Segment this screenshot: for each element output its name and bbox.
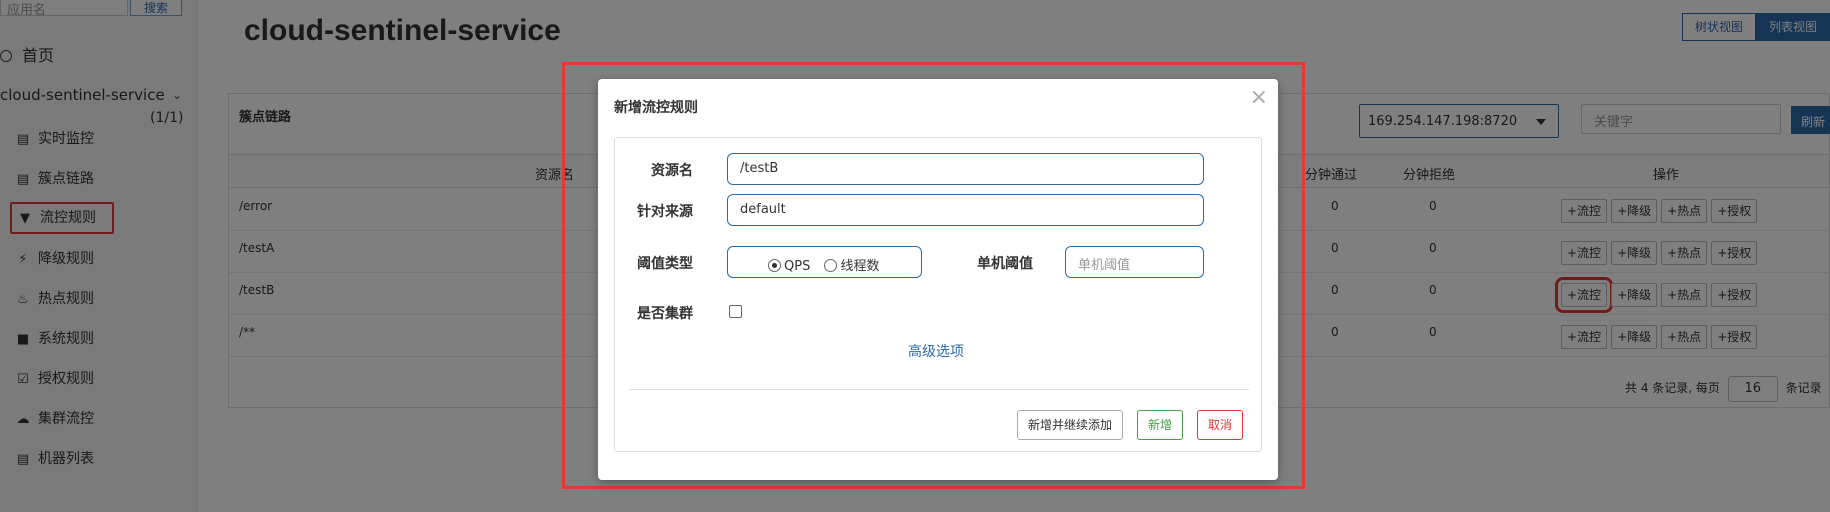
threshold-type-group: QPS 线程数: [727, 246, 922, 278]
add-button[interactable]: 新增: [1137, 410, 1184, 440]
single-threshold-label: 单机阈值: [977, 256, 1033, 272]
resource-field[interactable]: /testB: [727, 153, 1204, 185]
cancel-button[interactable]: 取消: [1197, 410, 1244, 440]
origin-field[interactable]: default: [727, 194, 1204, 226]
qps-label: QPS: [784, 259, 811, 274]
threads-radio[interactable]: [824, 259, 838, 272]
single-threshold-field[interactable]: 单机阈值: [1065, 246, 1204, 278]
threads-label: 线程数: [840, 259, 880, 274]
cluster-label: 是否集群: [637, 306, 693, 322]
dialog-form: 资源名 /testB 针对来源 default 阈值类型 QPS 线程数 单机阈…: [614, 137, 1262, 452]
qps-radio[interactable]: [768, 259, 781, 272]
add-flow-rule-dialog: 新增流控规则 × 资源名 /testB 针对来源 default 阈值类型 QP…: [598, 79, 1278, 480]
dialog-title: 新增流控规则: [614, 100, 698, 116]
add-continue-button[interactable]: 新增并继续添加: [1017, 410, 1124, 440]
advanced-options-link[interactable]: 高级选项: [908, 341, 964, 361]
divider: [629, 389, 1249, 390]
resource-label: 资源名: [651, 163, 693, 179]
origin-label: 针对来源: [637, 204, 693, 220]
cluster-checkbox[interactable]: [729, 305, 742, 318]
threshold-type-label: 阈值类型: [637, 256, 693, 272]
close-icon[interactable]: ×: [1250, 85, 1268, 110]
